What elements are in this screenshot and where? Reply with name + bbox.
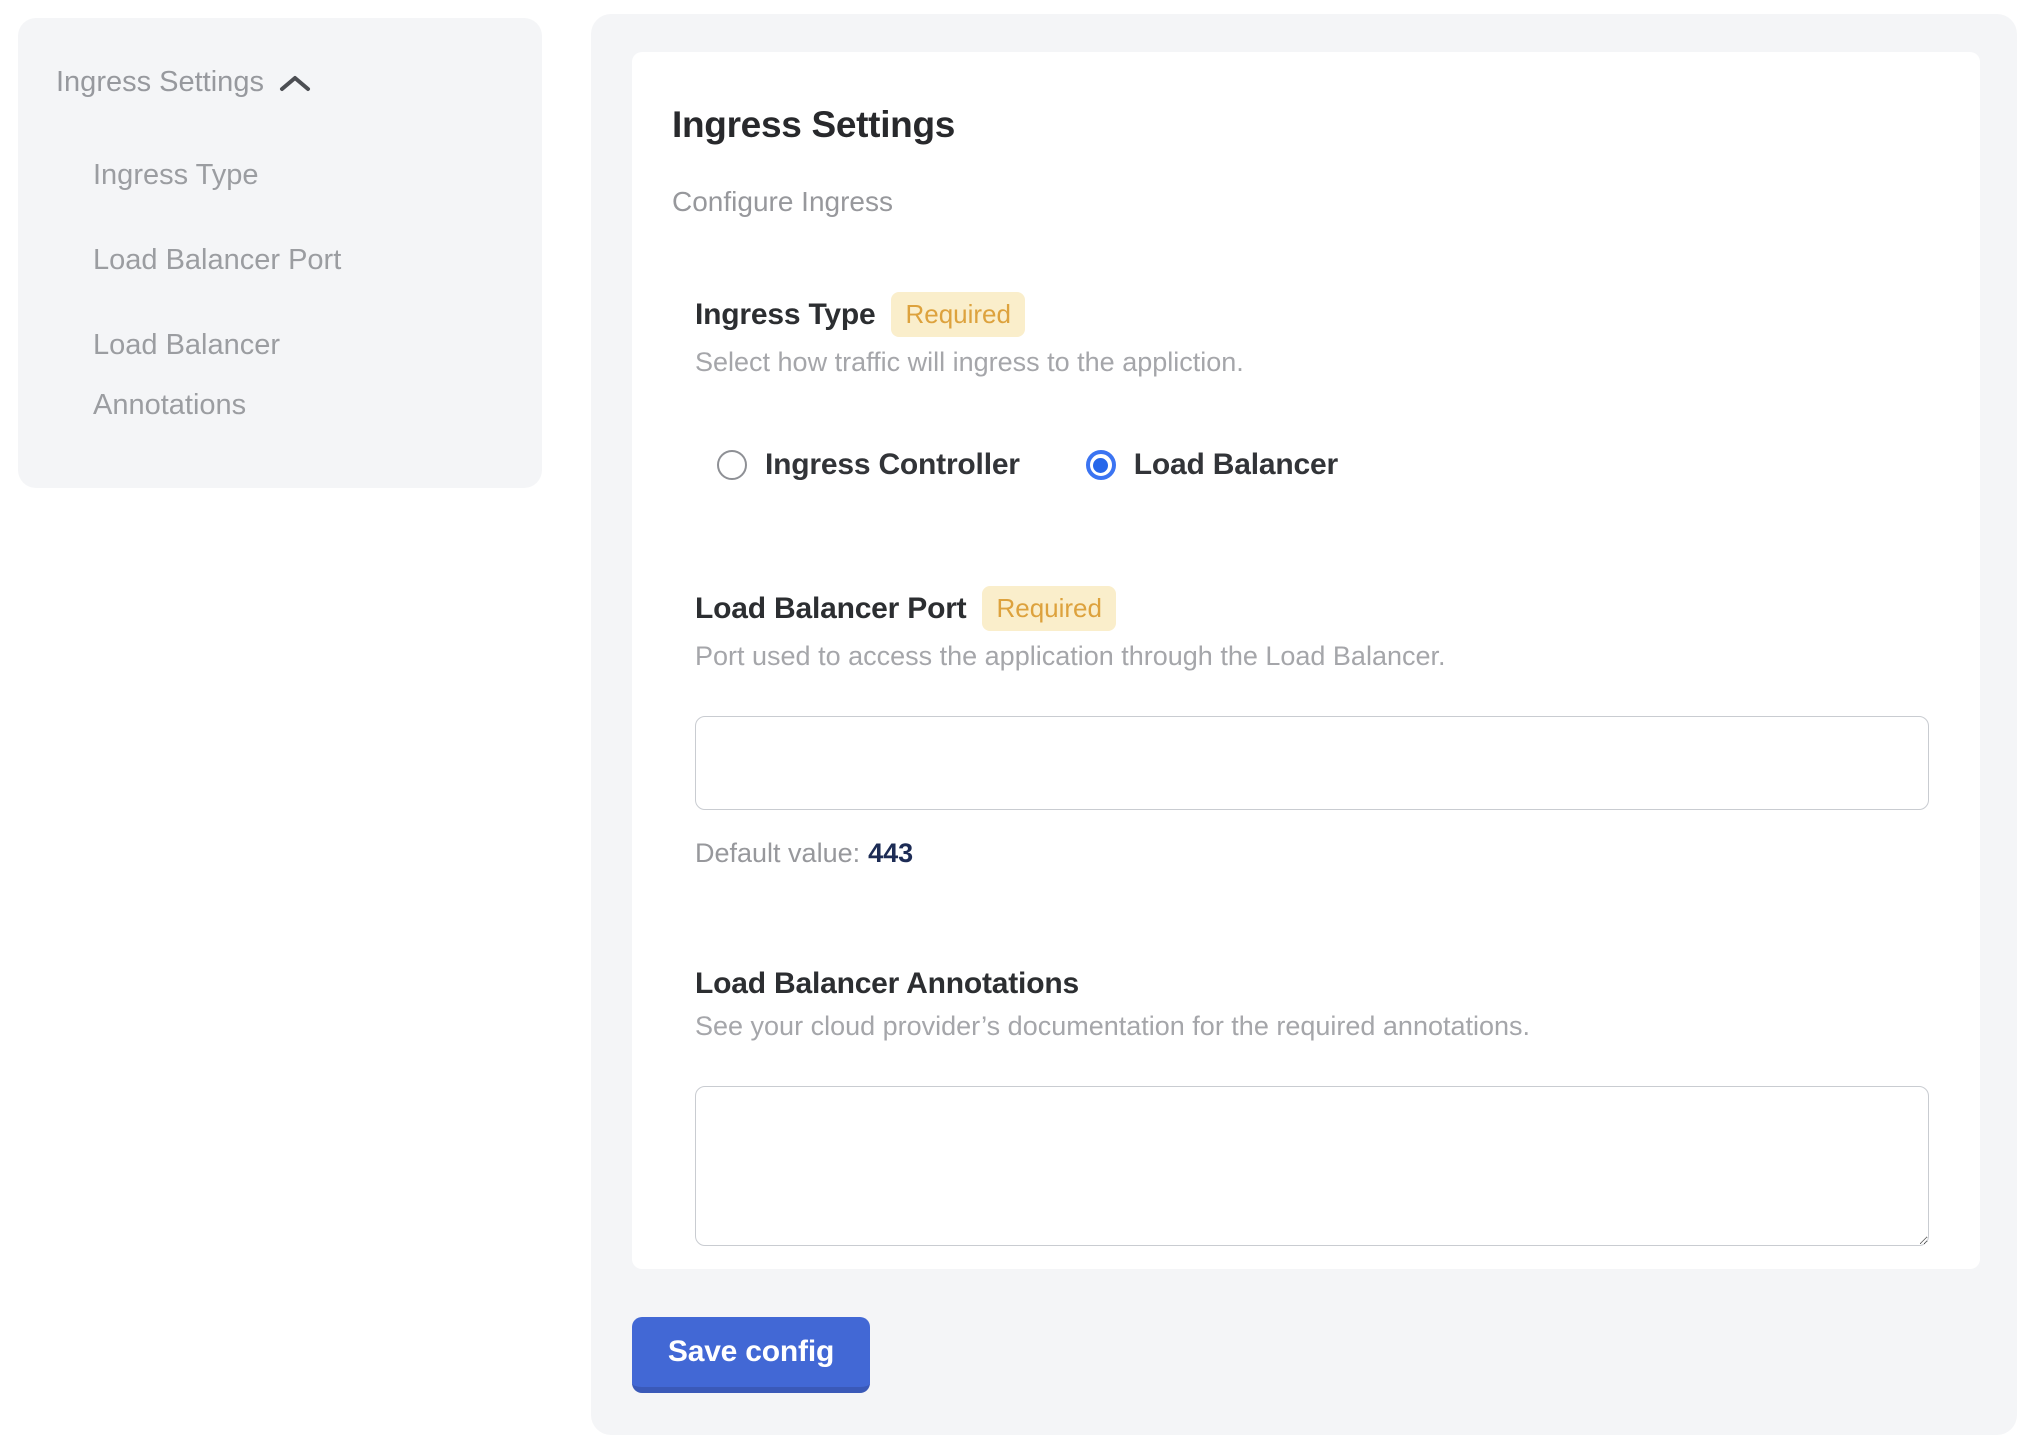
ingress-settings-card: Ingress Settings Configure Ingress Ingre… [632,52,1980,1269]
required-badge: Required [891,292,1025,337]
default-value-line: Default value: 443 [695,838,1940,869]
ingress-type-description: Select how traffic will ingress to the a… [695,347,1940,378]
radio-option-load-balancer[interactable]: Load Balancer [1086,448,1338,482]
ingress-type-heading: Ingress Type [695,298,875,332]
radio-label-ingress-controller: Ingress Controller [765,448,1020,482]
load-balancer-port-input[interactable] [695,716,1929,810]
radio-option-ingress-controller[interactable]: Ingress Controller [717,448,1020,482]
section-load-balancer-annotations: Load Balancer Annotations See your cloud… [695,967,1940,1246]
sidebar-group-label: Ingress Settings [56,66,264,99]
load-balancer-annotations-textarea[interactable] [695,1086,1929,1246]
page-title: Ingress Settings [672,104,1940,146]
sidebar-item-list: Ingress Type Load Balancer Port Load Bal… [56,145,386,435]
default-value: 443 [868,838,913,868]
ingress-settings-panel: Ingress Settings Configure Ingress Ingre… [591,14,2017,1435]
load-balancer-port-heading: Load Balancer Port [695,592,966,626]
section-ingress-type: Ingress Type Required Select how traffic… [695,292,1940,482]
ingress-type-options: Ingress Controller Load Balancer [695,448,1940,482]
sidebar-item-ingress-type[interactable]: Ingress Type [93,145,386,205]
load-balancer-annotations-description: See your cloud provider’s documentation … [695,1011,1940,1042]
sidebar-item-load-balancer-annotations[interactable]: Load Balancer Annotations [93,315,386,435]
sidebar-group-ingress-settings[interactable]: Ingress Settings [56,66,504,99]
radio-button-load-balancer[interactable] [1086,450,1116,480]
chevron-up-icon [279,71,311,94]
load-balancer-port-description: Port used to access the application thro… [695,641,1940,672]
save-config-button[interactable]: Save config [632,1317,870,1393]
load-balancer-annotations-heading: Load Balancer Annotations [695,967,1079,1001]
settings-sidebar: Ingress Settings Ingress Type Load Balan… [18,18,542,488]
radio-label-load-balancer: Load Balancer [1134,448,1338,482]
default-value-label: Default value: [695,838,860,868]
required-badge: Required [982,586,1116,631]
radio-button-ingress-controller[interactable] [717,450,747,480]
section-load-balancer-port: Load Balancer Port Required Port used to… [695,586,1940,869]
sidebar-item-load-balancer-port[interactable]: Load Balancer Port [93,230,386,290]
page-subtitle: Configure Ingress [672,186,1940,218]
